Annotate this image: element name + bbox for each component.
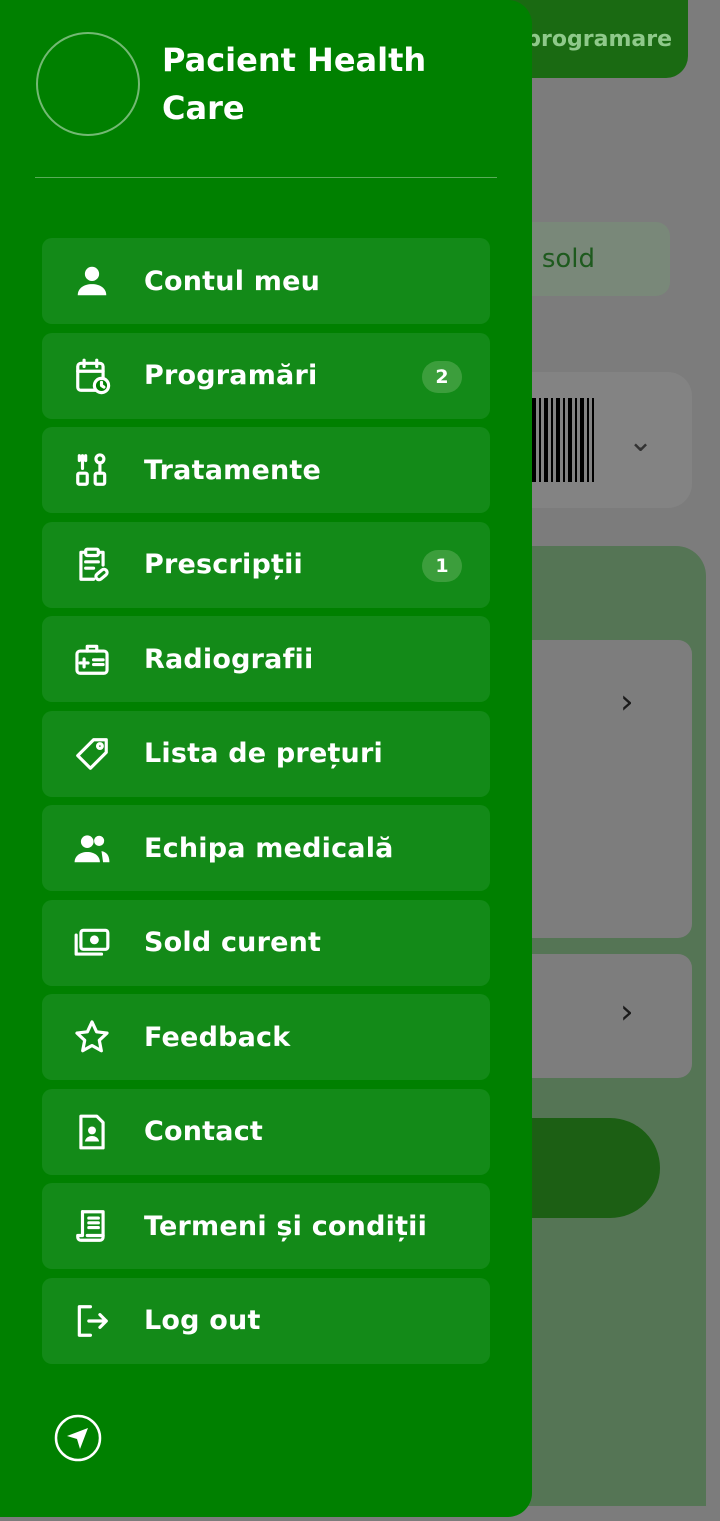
chevron-right-icon: › [620,992,634,1032]
team-icon [72,828,112,868]
medical-kit-icon [72,639,112,679]
menu-item-label: Lista de prețuri [144,738,383,769]
menu-item-label: Contact [144,1116,264,1147]
menu-item-label: Radiografii [144,643,314,675]
menu-item-label: Prescripții [144,549,304,580]
navigation-drawer: Pacient Health Care Contul meu Programăr… [0,0,532,1517]
menu-item-label: Echipa medicală [144,832,394,864]
app-title: Pacient Health Care [162,41,427,127]
document-icon [72,1206,112,1246]
notification-badge: 2 [422,360,462,393]
tooth-tools-icon [72,450,112,490]
notification-badge: 1 [422,549,462,582]
menu-item-radiografii[interactable]: Radiografii [42,616,490,702]
money-icon [72,923,112,963]
price-tag-icon [72,734,112,774]
menu-item-label: Programări [144,360,318,391]
menu-item-label: Feedback [144,1021,291,1053]
menu-item-echipa-medicala[interactable]: Echipa medicală [42,805,490,891]
bg-sold-label: sold [541,244,595,274]
barcode-image [532,398,594,482]
menu-item-contact[interactable]: Contact [42,1088,490,1175]
user-icon [72,261,112,301]
menu-item-label: Termeni și condiții [144,1210,428,1242]
menu-item-tratamente[interactable]: Tratamente [42,427,490,513]
calendar-clock-icon [72,356,112,396]
menu-item-label: Log out [144,1305,261,1336]
menu-item-prescriptii[interactable]: Prescripții 1 [42,521,490,608]
chevron-down-icon: ⌄ [628,424,654,459]
menu-item-sold-curent[interactable]: Sold curent [42,899,490,986]
bg-programare-label: programare [525,26,672,52]
menu-item-label: Tratamente [144,454,321,486]
contact-card-icon [72,1112,112,1152]
avatar[interactable] [36,32,140,136]
navigation-arrow-icon[interactable] [54,1414,102,1462]
logout-icon [72,1301,112,1341]
drawer-menu: Contul meu Programări 2 Tratamente Presc… [42,238,490,1372]
menu-item-feedback[interactable]: Feedback [42,994,490,1080]
divider [35,177,497,178]
clipboard-prescription-icon [72,545,112,585]
star-icon [72,1017,112,1057]
menu-item-lista-preturi[interactable]: Lista de prețuri [42,710,490,797]
chevron-right-icon: › [620,682,634,722]
menu-item-programari[interactable]: Programări 2 [42,332,490,419]
menu-item-termeni[interactable]: Termeni și condiții [42,1183,490,1269]
menu-item-contul-meu[interactable]: Contul meu [42,238,490,324]
menu-item-log-out[interactable]: Log out [42,1277,490,1364]
menu-item-label: Sold curent [144,927,322,958]
menu-item-label: Contul meu [144,265,321,297]
